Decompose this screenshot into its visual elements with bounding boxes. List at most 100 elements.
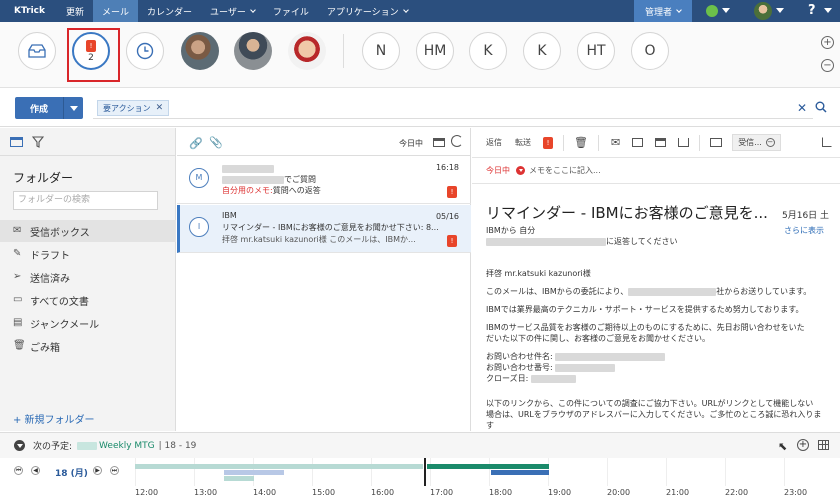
- forward-button[interactable]: 転送: [515, 137, 531, 148]
- prev-day-icon[interactable]: ◀: [31, 466, 40, 475]
- contact-initials-hm[interactable]: HM: [416, 32, 454, 70]
- memo-input[interactable]: メモをここに記入...: [529, 165, 601, 176]
- attachment-icon[interactable]: 📎: [209, 136, 223, 149]
- action-tag-icon[interactable]: !: [543, 136, 553, 149]
- body-p1b: 社からお送りしています。: [716, 287, 812, 296]
- nav-users[interactable]: ユーザー: [201, 0, 264, 22]
- new-folder-link[interactable]: + 新規フォルダー: [13, 411, 95, 426]
- next-day-icon[interactable]: ▶: [93, 466, 102, 475]
- first-day-icon[interactable]: ⏮: [14, 466, 23, 475]
- reply-button[interactable]: 返信: [486, 137, 502, 148]
- filter-funnel-icon[interactable]: [31, 136, 45, 151]
- help-chevron-icon[interactable]: [824, 8, 832, 13]
- event-title[interactable]: Weekly MTG: [99, 441, 155, 451]
- list-view-icon[interactable]: [433, 138, 445, 147]
- add-event-icon[interactable]: +: [797, 439, 809, 451]
- body-field-3: クローズ日:: [486, 374, 529, 383]
- folder-all-documents[interactable]: ▭ すべての文書: [0, 289, 176, 311]
- memo-chevron-icon[interactable]: [516, 166, 525, 175]
- compose-dropdown[interactable]: [63, 97, 83, 119]
- folder-trash[interactable]: 🗑 ごみ箱: [0, 335, 176, 357]
- contact-initials-n[interactable]: N: [362, 32, 400, 70]
- contact-initials-ht[interactable]: HT: [577, 32, 615, 70]
- contact-photo-3[interactable]: [288, 32, 326, 70]
- timeline-event-bar[interactable]: [491, 470, 549, 475]
- filter-inbox[interactable]: [18, 32, 56, 70]
- pointer-icon[interactable]: ⬉: [778, 440, 787, 453]
- contact-photo-2[interactable]: [234, 32, 272, 70]
- event-time: | 18 - 19: [158, 440, 197, 451]
- memo-text: 質問への返答: [272, 186, 321, 195]
- refresh-icon[interactable]: [451, 135, 463, 147]
- folder-junk[interactable]: ▤ ジャンクメール: [0, 312, 176, 334]
- last-day-icon[interactable]: ⏭: [110, 466, 119, 475]
- tag-filter-field[interactable]: [93, 97, 813, 119]
- brand-logo[interactable]: KTrick: [0, 0, 57, 22]
- list-item[interactable]: M でご質問 自分用のメモ:質問への返答 16:18 !: [177, 156, 471, 204]
- move-to-folder-icon[interactable]: [710, 138, 723, 147]
- contact-photo-1[interactable]: [181, 32, 219, 70]
- trash-icon[interactable]: 🗑: [574, 136, 588, 149]
- folder-search-input[interactable]: フォルダーの検索: [13, 191, 158, 210]
- nav-calendar[interactable]: カレンダー: [138, 0, 201, 22]
- toolbar-divider: [699, 134, 701, 151]
- folder-pane: フォルダー フォルダーの検索 ✉ 受信ボックス ✎ ドラフト ➢ 送信済み ▭ すべての…: [0, 128, 176, 431]
- avatar-chevron-icon[interactable]: [776, 8, 784, 13]
- date-filter-label[interactable]: 今日中: [399, 138, 423, 149]
- compose-label[interactable]: 作成: [15, 97, 63, 119]
- nav-mail[interactable]: メール: [92, 0, 138, 22]
- show-more-link[interactable]: さらに表示: [784, 225, 824, 236]
- zoom-out-icon[interactable]: −: [821, 59, 834, 72]
- nav-applications[interactable]: アプリケーション: [318, 0, 417, 22]
- link-icon[interactable]: 🔗: [189, 137, 203, 150]
- folder-tab-icon[interactable]: [10, 137, 23, 147]
- trash-icon: 🗑: [13, 340, 26, 351]
- calendar-grid-icon[interactable]: [818, 440, 829, 450]
- hour-label: 23:00: [784, 488, 808, 497]
- window-icon[interactable]: [655, 138, 667, 147]
- folder-sent[interactable]: ➢ 送信済み: [0, 266, 176, 288]
- help-icon[interactable]: ?: [808, 3, 816, 18]
- search-icon[interactable]: [815, 101, 827, 116]
- contact-initials-k1[interactable]: K: [469, 32, 507, 70]
- contact-initials-k2[interactable]: K: [523, 32, 561, 70]
- compose-button[interactable]: 作成: [15, 97, 83, 119]
- hour-label: 17:00: [430, 488, 454, 497]
- print-icon[interactable]: [632, 138, 644, 147]
- action-tag-icon[interactable]: !: [447, 235, 457, 247]
- list-item-selected[interactable]: I IBM リマインダー - IBMにお客様のご意見をお聞かせ下さい: 8...…: [177, 205, 471, 253]
- nav-updates[interactable]: 更新: [57, 0, 93, 22]
- user-avatar[interactable]: [754, 2, 772, 20]
- folder-inbox[interactable]: ✉ 受信ボックス: [0, 220, 176, 242]
- status-chevron-icon[interactable]: [722, 8, 730, 13]
- filter-today[interactable]: [126, 32, 164, 70]
- action-tag-icon[interactable]: !: [447, 186, 457, 198]
- popout-icon[interactable]: [822, 137, 832, 147]
- status-indicator-icon[interactable]: [706, 5, 718, 17]
- tag-filter-chip[interactable]: 要アクション ✕: [97, 100, 170, 116]
- chip-remove-icon[interactable]: ✕: [156, 103, 164, 113]
- folder-sent-label: 送信済み: [30, 273, 70, 285]
- contact-initials-o[interactable]: O: [631, 32, 669, 70]
- timeline-event-bar[interactable]: [427, 464, 549, 469]
- tray-icon[interactable]: [678, 138, 690, 147]
- folders-title: フォルダー: [13, 171, 74, 185]
- message-date: 5月16日 土: [782, 211, 830, 221]
- hour-label: 14:00: [253, 488, 277, 497]
- clear-filter-icon[interactable]: ✕: [797, 101, 807, 115]
- timeline-event-bar[interactable]: [224, 476, 254, 481]
- folder-drafts[interactable]: ✎ ドラフト: [0, 243, 176, 265]
- zoom-in-icon[interactable]: +: [821, 36, 834, 49]
- current-day[interactable]: 18 (月): [55, 466, 88, 479]
- timeline-event-bar[interactable]: [135, 464, 423, 469]
- nav-files[interactable]: ファイル: [264, 0, 318, 22]
- admin-menu[interactable]: 管理者: [634, 0, 692, 22]
- receive-dropdown[interactable]: 受信... −: [732, 134, 781, 151]
- memo-bar[interactable]: 今日中 メモをここに記入...: [472, 158, 840, 184]
- message-list: 🔗 📎 今日中 M でご質問 自分用のメモ:質問への返答 16:18 ! I I…: [177, 128, 471, 431]
- nav-applications-label: アプリケーション: [326, 7, 399, 18]
- open-envelope-icon[interactable]: ✉: [611, 136, 620, 149]
- collapse-schedule-icon[interactable]: [14, 440, 25, 451]
- timeline-event-bar[interactable]: [224, 470, 284, 475]
- filter-action-required[interactable]: ! 2: [72, 32, 110, 70]
